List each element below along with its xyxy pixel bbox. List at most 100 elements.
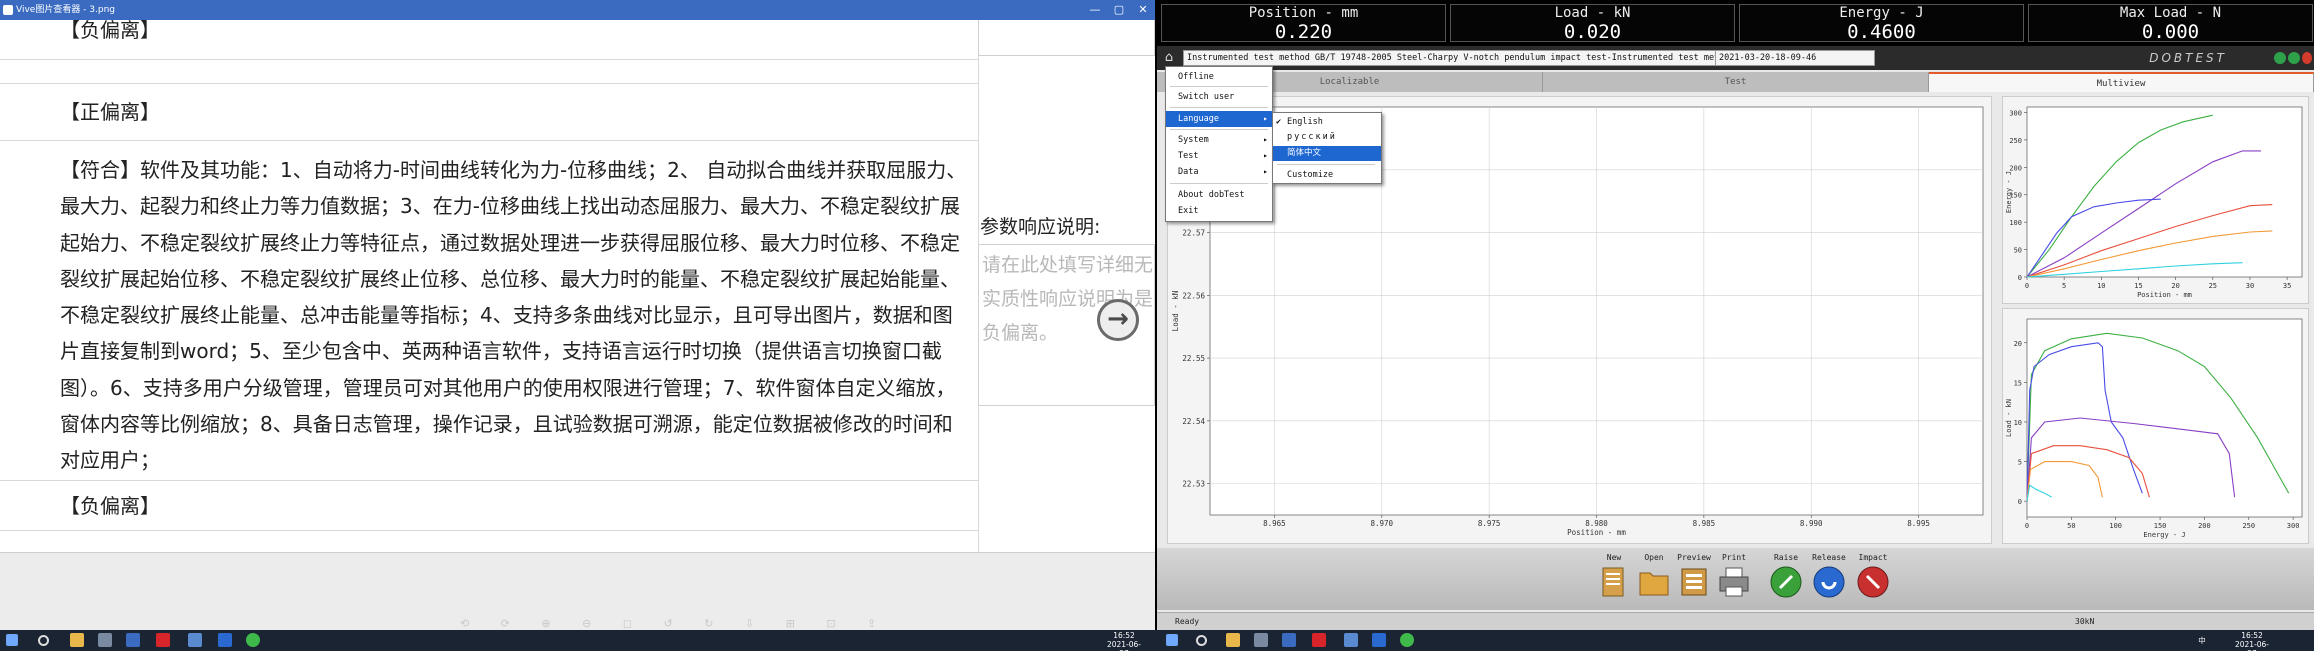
submenu-arrow-icon: ▸ [1263, 151, 1268, 160]
clock-date: 2021-06-27 [1106, 640, 1142, 651]
button-label: New [1606, 553, 1622, 562]
minimize-dot-icon[interactable] [2274, 52, 2286, 64]
ime-indicator[interactable]: 中 [2196, 636, 2208, 645]
menu-item-switch-user[interactable]: Switch user [1166, 89, 1272, 105]
readout-label: Max Load - N [2119, 5, 2222, 21]
menu-item-exit[interactable]: Exit [1166, 203, 1272, 219]
x-axis-label: Position - mm [1567, 528, 1626, 537]
viewer-toolbar[interactable]: ⟲ ⟳ ⊕ ⊖ ◻ ↺ ↻ ⇩ ⊞ ⊡ ⇪ [460, 617, 890, 630]
menu-item-about[interactable]: About dobTest [1166, 187, 1272, 203]
menu-item-offline[interactable]: Offline [1166, 69, 1272, 85]
search-icon[interactable] [1196, 635, 1207, 646]
language-customize[interactable]: Customize [1273, 168, 1381, 183]
button-label: Open [1644, 553, 1664, 562]
menu-item-label: Data [1178, 167, 1199, 177]
readout-label: Position - mm [1248, 5, 1359, 21]
test-date-field[interactable]: 2021-03-20-18-09-46 [1715, 50, 1875, 66]
status-text: Ready [1175, 617, 1200, 626]
maximize-button[interactable]: ▢ [1109, 2, 1129, 18]
viewer-title-bar[interactable]: Vive图片查看器 - 3.png — ▢ ✕ [0, 0, 1155, 20]
left-clock[interactable]: 16:52 2021-06-27 [1104, 631, 1144, 651]
side-input-top[interactable] [978, 20, 1155, 56]
y-tick-label: 0 [2018, 274, 2022, 282]
x-tick-label: 20 [2171, 282, 2179, 290]
close-dot-icon[interactable] [2302, 52, 2312, 64]
view-tabs: Localizable Test Multiview [1157, 72, 2314, 92]
folder-icon [1639, 572, 1669, 596]
y-axis-label: Energy - J [2005, 171, 2013, 213]
open-button[interactable]: Open [1634, 553, 1674, 603]
start-icon[interactable] [6, 634, 18, 646]
tab-multiview[interactable]: Multiview [1929, 72, 2314, 92]
x-tick-label: 35 [2283, 282, 2291, 290]
x-tick-label: 250 [2242, 522, 2255, 530]
browser-icon[interactable] [1282, 633, 1296, 647]
menu-item-language[interactable]: Language ▸ [1166, 111, 1272, 127]
menu-item-label: Language [1178, 114, 1219, 124]
readout-value: 0.220 [1274, 21, 1333, 43]
x-tick-label: 5 [2062, 282, 2066, 290]
clock-time: 16:52 [1113, 631, 1135, 640]
readout-value: 0.000 [2141, 21, 2200, 43]
submenu-arrow-icon: ▸ [1263, 114, 1268, 123]
word-icon[interactable] [1372, 633, 1386, 647]
home-icon[interactable]: ⌂ [1161, 50, 1177, 66]
test-method-select[interactable]: Instrumented test method GB/T 19748-2005… [1183, 50, 1728, 66]
app-icon[interactable] [98, 633, 112, 647]
wps-icon[interactable] [1312, 633, 1326, 647]
close-button[interactable]: ✕ [1133, 2, 1153, 18]
status-bar: Ready 30kN [1157, 612, 2314, 630]
brand-logo: DOBTEST [2149, 51, 2227, 65]
menu-item-system[interactable]: System ▸ [1166, 132, 1272, 148]
language-russian[interactable]: русский [1273, 130, 1381, 145]
wechat-icon[interactable] [246, 633, 260, 647]
x-tick-label: 25 [2209, 282, 2217, 290]
release-button[interactable]: Release [1809, 553, 1849, 603]
app-icon[interactable] [1344, 633, 1358, 647]
button-label: Impact [1858, 553, 1888, 562]
search-icon[interactable] [38, 635, 49, 646]
readout-strip: Position - mm 0.220 Load - kN 0.020 Ener… [1157, 0, 2314, 46]
language-english[interactable]: ✔ English [1273, 115, 1381, 130]
menu-separator [1170, 129, 1268, 130]
impact-button[interactable]: Impact [1853, 553, 1893, 603]
y-tick-label: 15 [2014, 379, 2022, 387]
preview-button[interactable]: Preview [1674, 553, 1714, 603]
menu-item-data[interactable]: Data ▸ [1166, 164, 1272, 180]
x-axis-label: Position - mm [2137, 291, 2192, 299]
menu-item-test[interactable]: Test ▸ [1166, 148, 1272, 164]
browser-icon[interactable] [126, 633, 140, 647]
menu-separator [1170, 107, 1268, 108]
language-chinese[interactable]: 简体中文 [1273, 146, 1381, 161]
next-arrow-button[interactable]: → [1097, 299, 1139, 341]
energy-position-chart: 0 5 10 15 20 25 30 35050100150200250300Position… [2005, 106, 2303, 299]
file-explorer-icon[interactable] [1226, 633, 1240, 647]
y-tick-label: 250 [2009, 137, 2022, 145]
word-icon[interactable] [218, 633, 232, 647]
plot-area [2026, 318, 2303, 518]
wps-icon[interactable] [156, 633, 170, 647]
print-button[interactable]: Print [1714, 553, 1754, 603]
y-axis-label: Load - kN [1171, 291, 1180, 332]
app-icon[interactable] [1254, 633, 1268, 647]
taskbar [0, 630, 2314, 651]
x-tick-label: 8.970 [1370, 519, 1393, 528]
x-tick-label: 8.980 [1585, 519, 1608, 528]
file-explorer-icon[interactable] [70, 633, 84, 647]
new-button[interactable]: New [1594, 553, 1634, 603]
minimize-button[interactable]: — [1085, 2, 1105, 18]
raise-icon [1770, 566, 1802, 598]
app-icon[interactable] [188, 633, 202, 647]
wechat-icon[interactable] [1400, 633, 1414, 647]
dobtest-app-window: Position - mm 0.220 Load - kN 0.020 Ener… [1157, 0, 2314, 630]
y-tick-label: 10 [2014, 419, 2022, 427]
right-clock[interactable]: 16:52 2021-06-27 [2232, 631, 2272, 651]
maximize-dot-icon[interactable] [2288, 52, 2300, 64]
start-icon[interactable] [1166, 634, 1178, 646]
menu-item-label: Test [1178, 151, 1199, 161]
raise-button[interactable]: Raise [1766, 553, 1806, 603]
tab-test[interactable]: Test [1543, 72, 1929, 92]
y-tick-label: 22.54 [1182, 417, 1205, 426]
y-tick-label: 300 [2009, 109, 2022, 117]
y-tick-label: 22.56 [1182, 291, 1205, 300]
